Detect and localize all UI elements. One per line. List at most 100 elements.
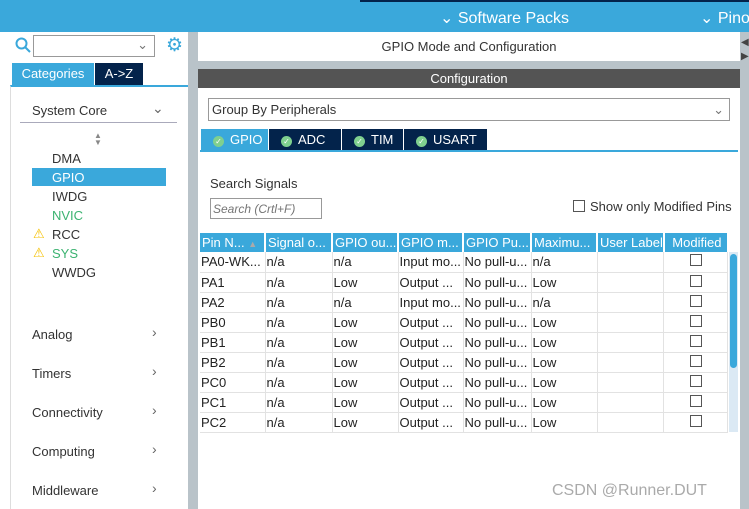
sort-icon[interactable]: ▲ ▼ [94,132,102,147]
modified-checkbox[interactable] [690,394,703,407]
col-max-speed[interactable]: Maximu... [531,233,598,252]
table-cell [597,252,665,273]
search-signals-input[interactable] [210,198,322,219]
table-cell: Output ... [398,352,464,373]
col-gpio-output[interactable]: GPIO ou... [332,233,399,252]
table-row[interactable]: PB2 n/a Low Output ... No pull-u... Low [200,352,729,373]
col-gpio-pull[interactable]: GPIO Pu... [463,233,532,252]
tab-adc[interactable]: ✓ ADC [269,129,341,150]
table-cell: Output ... [398,372,464,393]
item-nvic[interactable]: NVIC [52,208,83,223]
table-cell: Low [332,272,399,293]
check-icon: ✓ [354,136,365,147]
modified-checkbox[interactable] [690,274,703,287]
category-timers[interactable]: Timers [32,366,71,381]
scrollbar-thumb[interactable] [730,254,737,368]
table-cell: PA0-WK... [200,252,266,273]
chevron-right-icon[interactable]: › [152,324,157,340]
group-by-select[interactable]: Group By Peripherals ⌄ [208,98,730,121]
modified-checkbox[interactable] [690,374,703,387]
col-pin-name[interactable]: Pin N... ▲ [200,233,266,252]
item-dma[interactable]: DMA [52,151,81,166]
category-connectivity[interactable]: Connectivity [32,405,103,420]
table-row[interactable]: PC2 n/a Low Output ... No pull-u... Low [200,412,729,433]
chevron-right-icon[interactable]: › [152,441,157,457]
tab-a-z[interactable]: A->Z [95,63,143,85]
table-cell: Low [332,312,399,333]
item-rcc[interactable]: RCC [52,227,80,242]
table-cell: No pull-u... [463,392,532,413]
table-cell: PC1 [200,392,266,413]
table-cell: Low [531,352,598,373]
item-sys[interactable]: SYS [52,246,78,261]
item-wwdg[interactable]: WWDG [52,265,96,280]
modified-checkbox[interactable] [690,334,703,347]
table-row[interactable]: PA0-WK... n/a n/a Input mo... No pull-u... n/… [200,252,729,273]
col-modified[interactable]: Modified [663,233,729,252]
tab-label: GPIO [230,132,263,147]
table-cell: Output ... [398,392,464,413]
table-cell: Input mo... [398,292,464,313]
tab-usart[interactable]: ✓ USART [404,129,487,150]
table-cell: No pull-u... [463,272,532,293]
software-packs-menu[interactable]: ⌄ Software Packs [440,8,569,28]
gear-icon[interactable]: ⚙ [166,34,183,57]
item-iwdg[interactable]: IWDG [52,189,87,204]
table-cell: Low [332,412,399,433]
tab-underline [200,150,738,152]
modified-checkbox[interactable] [690,294,703,307]
table-cell: Low [531,372,598,393]
table-row[interactable]: PB0 n/a Low Output ... No pull-u... Low [200,312,729,333]
item-gpio[interactable]: GPIO [52,170,85,185]
pinout-menu[interactable]: ⌄ Pinout [700,8,749,28]
modified-checkbox[interactable] [690,414,703,427]
collapse-arrows-icon[interactable]: ◀ ▶ [741,36,749,64]
tab-gpio[interactable]: ✓ GPIO [201,129,268,150]
col-gpio-mode[interactable]: GPIO m... [398,233,464,252]
table-cell: Low [531,412,598,433]
search-signals-label: Search Signals [210,176,298,191]
separator [198,61,740,69]
table-header: Pin N... ▲ Signal o... GPIO ou... GPIO m… [200,233,729,252]
mode-title: GPIO Mode and Configuration [198,32,740,61]
top-strip [360,0,749,2]
table-cell: n/a [265,272,333,293]
category-middleware[interactable]: Middleware [32,483,98,498]
table-cell: Input mo... [398,252,464,273]
chevron-right-icon[interactable]: › [152,480,157,496]
warning-icon: ⚠ [33,226,45,241]
col-signal[interactable]: Signal o... [265,233,333,252]
table-cell: Output ... [398,272,464,293]
col-user-label[interactable]: User Label [597,233,665,252]
table-row[interactable]: PA2 n/a n/a Input mo... No pull-u... n/a [200,292,729,313]
table-cell: n/a [265,392,333,413]
chevron-right-icon[interactable]: › [152,363,157,379]
category-analog[interactable]: Analog [32,327,72,342]
modified-cell [663,372,729,393]
tab-tim[interactable]: ✓ TIM [342,129,403,150]
modified-checkbox[interactable] [690,354,703,367]
category-system-core[interactable]: System Core [32,103,107,118]
modified-checkbox[interactable] [690,314,703,327]
table-row[interactable]: PC1 n/a Low Output ... No pull-u... Low [200,392,729,413]
search-icon[interactable] [15,37,31,53]
table-cell [597,272,665,293]
tab-categories[interactable]: Categories [12,63,94,85]
table-cell [597,412,665,433]
modified-cell [663,412,729,433]
modified-checkbox[interactable] [690,254,703,267]
table-cell: No pull-u... [463,332,532,353]
chevron-down-icon[interactable]: ⌄ [152,100,164,117]
category-computing[interactable]: Computing [32,444,95,459]
table-cell [597,392,665,413]
table-row[interactable]: PA1 n/a Low Output ... No pull-u... Low [200,272,729,293]
chevron-right-icon[interactable]: › [152,402,157,418]
search-combo[interactable]: ⌄ [33,35,155,57]
chevron-down-icon: ⌄ [713,102,724,117]
table-row[interactable]: PC0 n/a Low Output ... No pull-u... Low [200,372,729,393]
watermark: CSDN @Runner.DUT [552,482,707,499]
show-modified-checkbox[interactable] [573,200,585,212]
modified-cell [663,292,729,313]
table-row[interactable]: PB1 n/a Low Output ... No pull-u... Low [200,332,729,353]
top-bar [0,0,749,32]
